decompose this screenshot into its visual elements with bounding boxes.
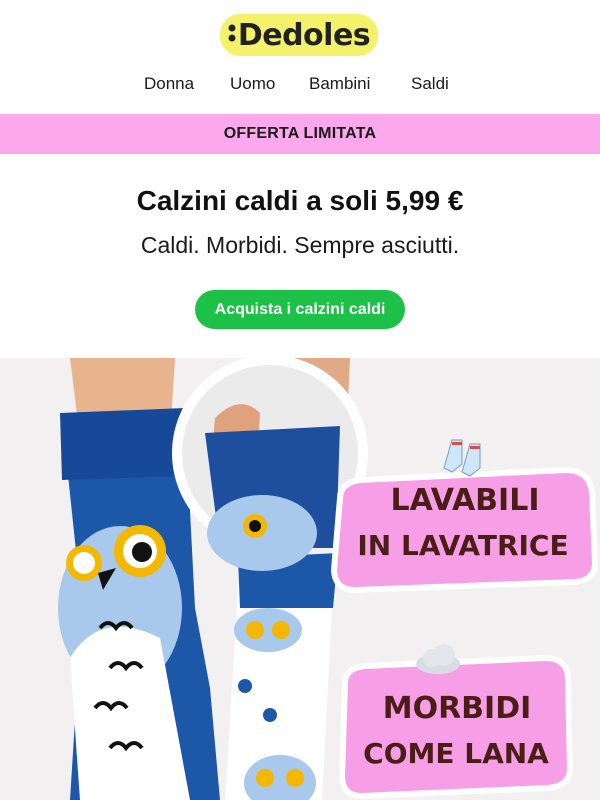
nav-item-uomo[interactable]: Uomo xyxy=(230,74,275,94)
socks-icon xyxy=(443,439,481,477)
promo-text: OFFERTA LIMITATA xyxy=(223,125,377,142)
email-header: Dedoles Donna Uomo Bambini Saldi xyxy=(0,0,600,113)
soft-badge: MORBIDI COME LANA xyxy=(338,654,574,800)
nav-item-bambini[interactable]: Bambini xyxy=(309,74,370,94)
cloud-icon xyxy=(416,644,460,674)
soft-badge-line1: MORBIDI xyxy=(383,691,532,726)
nav-item-saldi[interactable]: Saldi xyxy=(411,74,449,94)
brand-name: Dedoles xyxy=(237,17,371,53)
hero-image[interactable]: LAVABILI IN LAVATRICE MORBIDI COME LANA xyxy=(0,358,600,800)
right-sock xyxy=(225,553,338,800)
hero-illustration: LAVABILI IN LAVATRICE MORBIDI COME LANA xyxy=(58,358,599,800)
washable-badge: LAVABILI IN LAVATRICE xyxy=(330,466,599,594)
washable-badge-line1: LAVABILI xyxy=(390,483,539,518)
brand-logo[interactable]: Dedoles xyxy=(220,14,378,56)
shop-warm-socks-button[interactable]: Acquista i calzini caldi xyxy=(195,290,405,329)
subheadline: Caldi. Morbidi. Sempre asciutti. xyxy=(140,232,460,258)
washable-badge-line2: IN LAVATRICE xyxy=(357,529,568,562)
logo-dots-icon xyxy=(228,23,236,48)
soft-badge-line2: COME LANA xyxy=(363,737,549,770)
main-nav: Donna Uomo Bambini Saldi xyxy=(0,74,600,96)
promo-banner[interactable]: OFFERTA LIMITATA xyxy=(0,114,600,154)
headline: Calzini caldi a soli 5,99 € xyxy=(136,185,464,216)
nav-item-donna[interactable]: Donna xyxy=(144,74,194,94)
